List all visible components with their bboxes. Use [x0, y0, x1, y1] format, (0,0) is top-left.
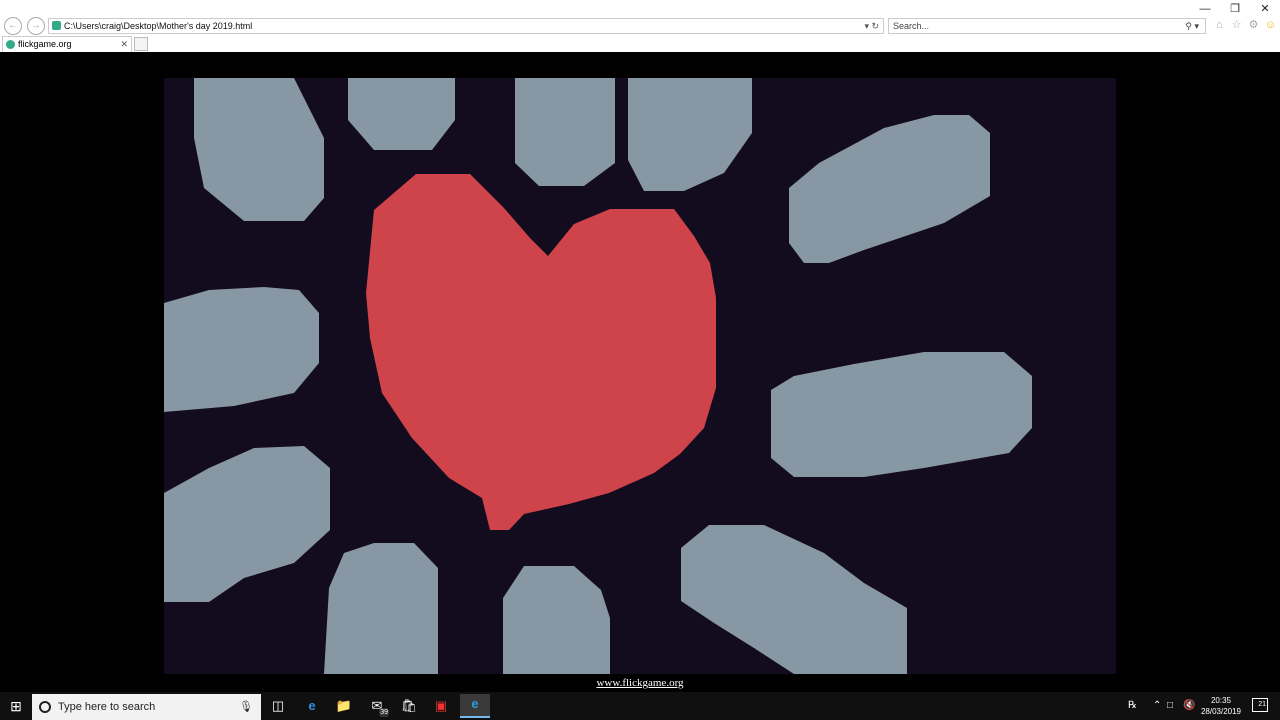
- app-icon[interactable]: ▣: [431, 696, 451, 716]
- taskbar-search-placeholder: Type here to search: [58, 701, 156, 713]
- address-bar[interactable]: C:\Users\craig\Desktop\Mother's day 2019…: [48, 18, 884, 34]
- browser-chrome: — ❐ ✕ ← → C:\Users\craig\Desktop\Mother'…: [0, 0, 1280, 52]
- tab-title: flickgame.org: [18, 39, 72, 49]
- close-button[interactable]: ✕: [1250, 2, 1280, 16]
- grey-blob: [164, 446, 330, 602]
- tab-favicon-icon: [6, 40, 15, 49]
- grey-blob: [503, 566, 610, 674]
- mail-icon[interactable]: ✉ 39: [367, 696, 389, 717]
- smiley-icon[interactable]: ☺: [1263, 18, 1278, 33]
- system-clock[interactable]: 20:35 28/03/2019: [1198, 695, 1244, 717]
- grey-blob: [515, 78, 615, 186]
- notification-count: 21: [1258, 701, 1266, 708]
- grey-blob: [348, 78, 455, 150]
- page-icon: [52, 21, 61, 30]
- red-heart[interactable]: [366, 174, 716, 530]
- volume-muted-icon[interactable]: 🔇: [1183, 692, 1195, 720]
- toolbar-icons: ⌂ ☆ ⚙ ☺: [1212, 18, 1278, 33]
- grey-blob: [771, 352, 1032, 477]
- flickgame-canvas[interactable]: [164, 78, 1116, 674]
- minimize-button[interactable]: —: [1190, 2, 1220, 16]
- gear-icon[interactable]: ⚙: [1246, 18, 1261, 33]
- window-controls: — ❐ ✕: [1190, 2, 1280, 16]
- taskbar-search-input[interactable]: Type here to search 🎙: [32, 694, 261, 720]
- clock-date: 28/03/2019: [1200, 707, 1242, 716]
- grey-blob: [164, 287, 319, 412]
- back-button[interactable]: ←: [4, 17, 22, 35]
- flickgame-link[interactable]: www.flickgame.org: [0, 677, 1280, 689]
- clock-time: 20:35: [1210, 696, 1232, 705]
- refresh-icon[interactable]: ▾ ↻: [864, 19, 879, 33]
- notifications-icon[interactable]: 21: [1252, 698, 1268, 712]
- mail-badge: 39: [379, 708, 389, 717]
- grey-blob: [789, 115, 990, 263]
- canvas-art: [164, 78, 1032, 674]
- address-text: C:\Users\craig\Desktop\Mother's day 2019…: [64, 21, 253, 31]
- cortana-icon: [39, 701, 51, 713]
- restore-button[interactable]: ❐: [1220, 2, 1250, 16]
- taskbar: ⊞ Type here to search 🎙 ◫ e 📁 ✉ 39 🛍 ▣ e …: [0, 692, 1280, 720]
- search-input[interactable]: Search... ⚲ ▾: [888, 18, 1206, 34]
- windows-start-icon[interactable]: ⊞: [0, 692, 32, 720]
- tray-chevron-icon[interactable]: ⌃: [1153, 692, 1161, 720]
- home-icon[interactable]: ⌂: [1212, 18, 1227, 33]
- grey-blob: [628, 78, 752, 191]
- people-icon[interactable]: ℞: [1128, 692, 1137, 720]
- microphone-icon[interactable]: 🎙: [239, 694, 253, 720]
- internet-explorer-icon[interactable]: e: [460, 694, 490, 718]
- new-tab-button[interactable]: [134, 37, 148, 51]
- grey-blob: [681, 525, 907, 674]
- store-icon[interactable]: 🛍: [399, 696, 419, 716]
- search-icon[interactable]: ⚲ ▾: [1185, 19, 1199, 33]
- task-view-icon[interactable]: ◫: [268, 696, 288, 716]
- file-explorer-icon[interactable]: 📁: [334, 696, 354, 716]
- forward-button[interactable]: →: [27, 17, 45, 35]
- edge-icon[interactable]: e: [302, 696, 322, 716]
- grey-blob: [324, 543, 438, 674]
- search-placeholder: Search...: [893, 21, 930, 31]
- tab-close-icon[interactable]: ✕: [120, 37, 128, 51]
- star-icon[interactable]: ☆: [1229, 18, 1244, 33]
- tab-flickgame[interactable]: flickgame.org ✕: [2, 36, 132, 52]
- grey-blob: [194, 78, 324, 221]
- network-icon[interactable]: □: [1167, 692, 1173, 720]
